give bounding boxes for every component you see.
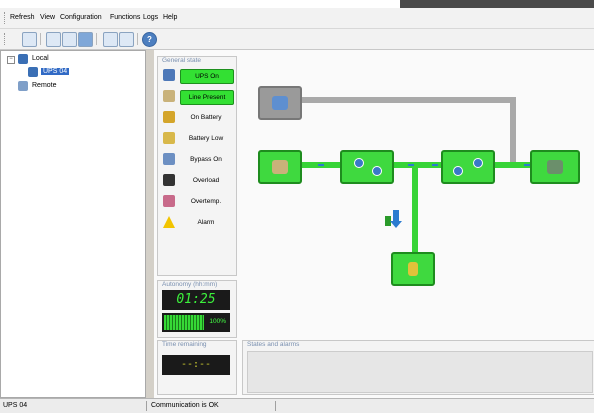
autonomy-display: 01:25 — [162, 290, 230, 310]
status-device: UPS 04 — [3, 402, 28, 409]
state-alarm: Alarm — [160, 212, 234, 232]
inverter-icon — [453, 166, 463, 176]
rectifier-icon — [354, 158, 364, 168]
device-tree: − Local UPS 04 Remote — [0, 50, 146, 398]
battery-line — [412, 165, 418, 255]
toolbar-grip — [4, 33, 7, 45]
inverter-node[interactable] — [441, 150, 495, 184]
logs-icon[interactable] — [119, 32, 134, 47]
menu-logs[interactable]: Logs — [143, 14, 158, 21]
state-on-battery: On Battery — [160, 107, 234, 127]
mains-input-node[interactable] — [258, 150, 302, 184]
state-bypass-on: Bypass On — [160, 149, 234, 169]
tree-item-local[interactable]: Local — [32, 55, 49, 62]
tree-item-ups[interactable]: UPS 04 — [41, 68, 70, 75]
bypass-icon — [272, 96, 288, 110]
battery-charge-fill — [164, 315, 204, 330]
state-label: On Battery — [190, 114, 222, 121]
battery-icon — [408, 262, 418, 276]
state-label: Line Present — [180, 90, 234, 105]
title-strip — [0, 0, 594, 8]
state-label: Bypass On — [190, 156, 222, 163]
plug-icon — [163, 90, 175, 102]
warning-icon — [163, 216, 175, 228]
refresh-icon[interactable] — [22, 32, 37, 47]
battery-node[interactable] — [391, 252, 435, 286]
states-alarms-list — [247, 351, 593, 393]
time-remaining-display: --:-- — [162, 355, 230, 375]
settings-icon[interactable] — [103, 32, 118, 47]
inverter-icon — [473, 158, 483, 168]
state-label: Battery Low — [188, 135, 224, 142]
states-alarms-group: States and alarms — [242, 340, 594, 395]
state-label: Overtemp. — [190, 198, 222, 205]
autonomy-group: Autonomy (hh:mm) 01:25 100% — [157, 280, 237, 338]
view-list-icon[interactable] — [46, 32, 61, 47]
time-remaining-group: Time remaining --:-- — [157, 340, 237, 395]
battery-charge-bar: 100% — [162, 313, 230, 332]
state-label: Alarm — [197, 219, 215, 226]
bypass-line — [300, 97, 516, 103]
state-line-present: Line Present — [160, 86, 234, 106]
menu-bar: Refresh View Configuration Functions Log… — [0, 8, 594, 29]
rectifier-icon — [372, 166, 382, 176]
flow-arrow-icon — [432, 164, 438, 166]
menu-refresh[interactable]: Refresh — [10, 14, 35, 21]
battery-charging-icon — [385, 210, 405, 228]
flow-arrow-icon — [318, 164, 324, 166]
general-state-title: General state — [162, 57, 202, 64]
ups-icon — [163, 69, 175, 81]
bypass-icon — [163, 153, 175, 165]
collapse-icon[interactable]: − — [7, 56, 15, 64]
ups-icon — [28, 67, 38, 77]
state-overload: Overload — [160, 170, 234, 190]
status-separator — [275, 401, 276, 411]
local-folder-icon — [18, 54, 28, 64]
state-ups-on: UPS On — [160, 65, 234, 85]
menu-grip — [4, 12, 7, 24]
state-label: UPS On — [180, 69, 234, 84]
state-overtemp: Overtemp. — [160, 191, 234, 211]
rectifier-node[interactable] — [340, 150, 394, 184]
title-strip-dark — [400, 0, 594, 8]
states-alarms-title: States and alarms — [247, 341, 300, 348]
bypass-line-drop — [510, 97, 516, 163]
battery-charge-label: 100% — [209, 318, 226, 325]
bypass-input-node[interactable] — [258, 86, 302, 120]
toolbar-separator — [137, 33, 138, 45]
toolbar: ? — [0, 29, 594, 50]
general-state-group: General state UPS On Line Present On Bat… — [157, 56, 237, 276]
autonomy-title: Autonomy (hh:mm) — [162, 281, 218, 288]
help-icon[interactable]: ? — [142, 32, 157, 47]
battery-icon — [163, 111, 175, 123]
state-label: Overload — [192, 177, 220, 184]
toolbar-separator — [96, 33, 97, 45]
plug-icon — [272, 160, 288, 174]
thermometer-icon — [163, 195, 175, 207]
view-detail-icon[interactable] — [62, 32, 77, 47]
menu-view[interactable]: View — [40, 14, 55, 21]
battery-low-icon — [163, 132, 175, 144]
menu-functions[interactable]: Functions — [110, 14, 140, 21]
flow-arrow-icon — [408, 164, 414, 166]
view-synoptic-icon[interactable] — [78, 32, 93, 47]
tree-item-remote[interactable]: Remote — [32, 82, 57, 89]
time-remaining-title: Time remaining — [162, 341, 207, 348]
toolbar-separator — [40, 33, 41, 45]
menu-help[interactable]: Help — [163, 14, 177, 21]
load-icon — [547, 160, 563, 174]
state-battery-low: Battery Low — [160, 128, 234, 148]
status-communication: Communication is OK — [151, 402, 219, 409]
status-bar: UPS 04 Communication is OK — [0, 398, 594, 413]
menu-configuration[interactable]: Configuration — [60, 14, 102, 21]
output-load-node[interactable] — [530, 150, 580, 184]
remote-network-icon — [18, 81, 28, 91]
weight-icon — [163, 174, 175, 186]
status-separator — [146, 401, 147, 411]
